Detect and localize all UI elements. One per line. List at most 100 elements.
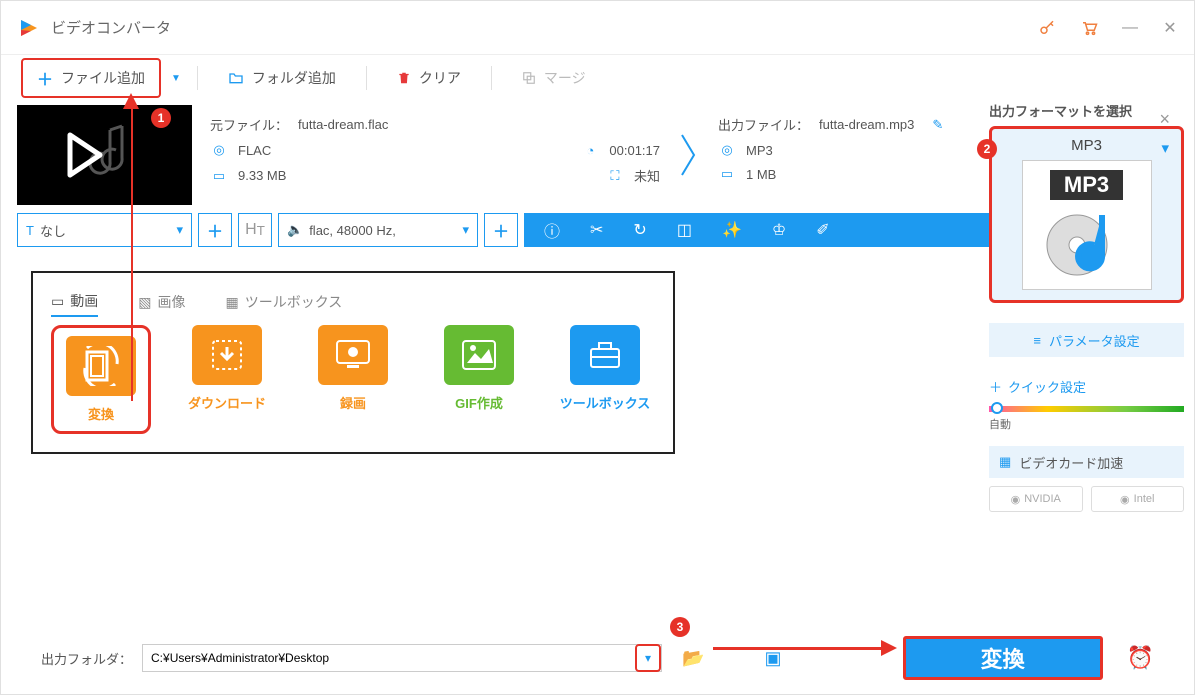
record-icon	[318, 325, 388, 385]
annotation-badge-1: 1	[151, 108, 171, 128]
output-format-selector[interactable]: MP3 ▾ MP3	[989, 126, 1184, 303]
slider-thumb[interactable]	[991, 402, 1003, 414]
plus-icon: ＋	[989, 377, 1002, 396]
subtitle-value: なし	[40, 221, 66, 240]
source-format: FLAC	[238, 143, 271, 158]
add-file-dropdown-icon[interactable]: ▼	[171, 73, 181, 84]
folder-icon: ▭	[210, 168, 228, 184]
divider	[197, 66, 198, 90]
modules-panel: ▭動画 ▧画像 ▦ツールボックス 変換 ダウンロード 録画 GIF作成	[31, 271, 675, 454]
source-column: 元ファイル：futta-dream.flac ◎FLAC◔00:01:17 ▭9…	[200, 105, 670, 205]
close-button[interactable]: ✕	[1162, 18, 1178, 38]
watermark-icon[interactable]: ♔	[772, 220, 786, 240]
chevron-down-icon: ▾	[176, 222, 183, 238]
download-icon	[192, 325, 262, 385]
add-file-button[interactable]: ＋ ファイル追加	[21, 58, 161, 98]
rotate-icon[interactable]: ↻	[633, 220, 646, 240]
format-preview: MP3	[1022, 160, 1152, 290]
add-file-label: ファイル追加	[61, 68, 145, 88]
output-file-label: 出力ファイル：	[718, 115, 809, 134]
divider	[491, 66, 492, 90]
minimize-button[interactable]: —	[1122, 19, 1138, 37]
video-icon: ▭	[51, 293, 64, 310]
chip-icon: ▦	[999, 454, 1011, 470]
app-window: ビデオコンバータ — ✕ ＋ ファイル追加 ▼ フォルダ追加 クリア マージ	[0, 0, 1195, 695]
clear-label: クリア	[419, 68, 461, 88]
subtitle-edit-icon[interactable]: ✐	[816, 220, 829, 240]
source-file-name: futta-dream.flac	[298, 117, 388, 132]
param-settings-button[interactable]: ≡ パラメータ設定	[989, 323, 1184, 357]
sidebar: 出力フォーマットを選択 MP3▾ MP3 ≡ パラメータ設定 ＋ クイック設定 …	[989, 101, 1184, 512]
sliders-icon: ≡	[1033, 333, 1041, 348]
quality-slider[interactable]: 自動	[989, 406, 1184, 432]
open-folder-icon[interactable]: 📂	[682, 648, 704, 669]
clock-icon: ◔	[581, 143, 599, 158]
toolbox-module-icon	[570, 325, 640, 385]
clear-button[interactable]: クリア	[383, 62, 475, 94]
module-download[interactable]: ダウンロード	[177, 325, 277, 434]
subtitle-settings-button[interactable]: HT	[238, 213, 272, 247]
cart-icon[interactable]	[1080, 19, 1098, 37]
source-file-label: 元ファイル：	[210, 115, 288, 134]
divider	[366, 66, 367, 90]
annotation-badge-2: 2	[977, 139, 997, 159]
format-icon: ◎	[718, 142, 736, 158]
output-size: 1 MB	[746, 167, 776, 182]
chevron-down-icon: ▾	[1161, 139, 1169, 157]
source-size: 9.33 MB	[238, 168, 286, 183]
audio-dropdown[interactable]: 🔈 flac, 48000 Hz, ▾	[278, 213, 478, 247]
image-icon: ▧	[138, 294, 151, 311]
browse-icon[interactable]: ▣	[764, 648, 781, 669]
app-logo-icon	[17, 16, 41, 40]
cut-icon[interactable]: ✂	[590, 220, 603, 240]
sidebar-title: 出力フォーマットを選択	[989, 101, 1184, 120]
annotation-badge-3: 3	[670, 617, 690, 637]
folder-icon: ▭	[718, 166, 736, 182]
gpu-accel-button[interactable]: ▦ ビデオカード加速	[989, 446, 1184, 478]
module-gif[interactable]: GIF作成	[429, 325, 529, 434]
format-name: MP3	[1071, 137, 1102, 154]
key-icon[interactable]	[1038, 19, 1056, 37]
info-icon[interactable]: ⓘ	[544, 218, 560, 242]
output-file-name: futta-dream.mp3	[819, 117, 914, 132]
add-folder-button[interactable]: フォルダ追加	[214, 62, 350, 94]
module-record[interactable]: 録画	[303, 325, 403, 434]
bottom-bar: 出力フォルダ： C:¥Users¥Administrator¥Desktop ▾…	[1, 636, 1194, 680]
tab-toolbox[interactable]: ▦ツールボックス	[225, 291, 342, 317]
intel-icon: ◉	[1120, 493, 1130, 506]
chevron-right-icon	[670, 105, 708, 205]
gif-icon	[444, 325, 514, 385]
intel-tag: ◉Intel	[1091, 486, 1185, 512]
audio-value: flac, 48000 Hz,	[309, 223, 396, 238]
tab-video[interactable]: ▭動画	[51, 291, 98, 317]
output-path-dropdown[interactable]: ▾	[635, 644, 661, 672]
nvidia-icon: ◉	[1011, 493, 1021, 506]
schedule-icon[interactable]: ⏰	[1127, 645, 1154, 671]
param-settings-label: パラメータ設定	[1049, 331, 1140, 350]
crop-icon[interactable]: ◫	[677, 220, 692, 240]
text-icon: T	[26, 223, 34, 238]
resolution-icon: ⛶	[606, 168, 624, 184]
add-audio-button[interactable]: ＋	[484, 213, 518, 247]
module-convert[interactable]: 変換	[51, 325, 151, 434]
slider-label: 自動	[989, 416, 1184, 432]
convert-button[interactable]: 変換	[903, 636, 1103, 680]
merge-icon	[522, 71, 536, 85]
titlebar: ビデオコンバータ — ✕	[1, 1, 1194, 55]
output-folder-label: 出力フォルダ：	[41, 649, 132, 668]
chevron-down-icon: ▾	[462, 222, 469, 238]
quick-settings-header[interactable]: ＋ クイック設定	[989, 377, 1184, 396]
merge-button[interactable]: マージ	[508, 62, 600, 94]
module-record-label: 録画	[303, 393, 403, 412]
output-path-input[interactable]: C:¥Users¥Administrator¥Desktop ▾	[142, 644, 662, 672]
effects-icon[interactable]: ✨	[722, 220, 742, 240]
nvidia-tag: ◉NVIDIA	[989, 486, 1083, 512]
module-toolbox[interactable]: ツールボックス	[555, 325, 655, 434]
annotation-arrow-3	[713, 647, 883, 650]
format-badge: MP3	[1050, 170, 1123, 200]
add-subtitle-button[interactable]: ＋	[198, 213, 232, 247]
subtitle-dropdown[interactable]: T なし ▾	[17, 213, 192, 247]
arrow-head-icon	[123, 93, 139, 109]
edit-name-icon[interactable]: ✎	[932, 117, 943, 133]
tab-image[interactable]: ▧画像	[138, 291, 185, 317]
